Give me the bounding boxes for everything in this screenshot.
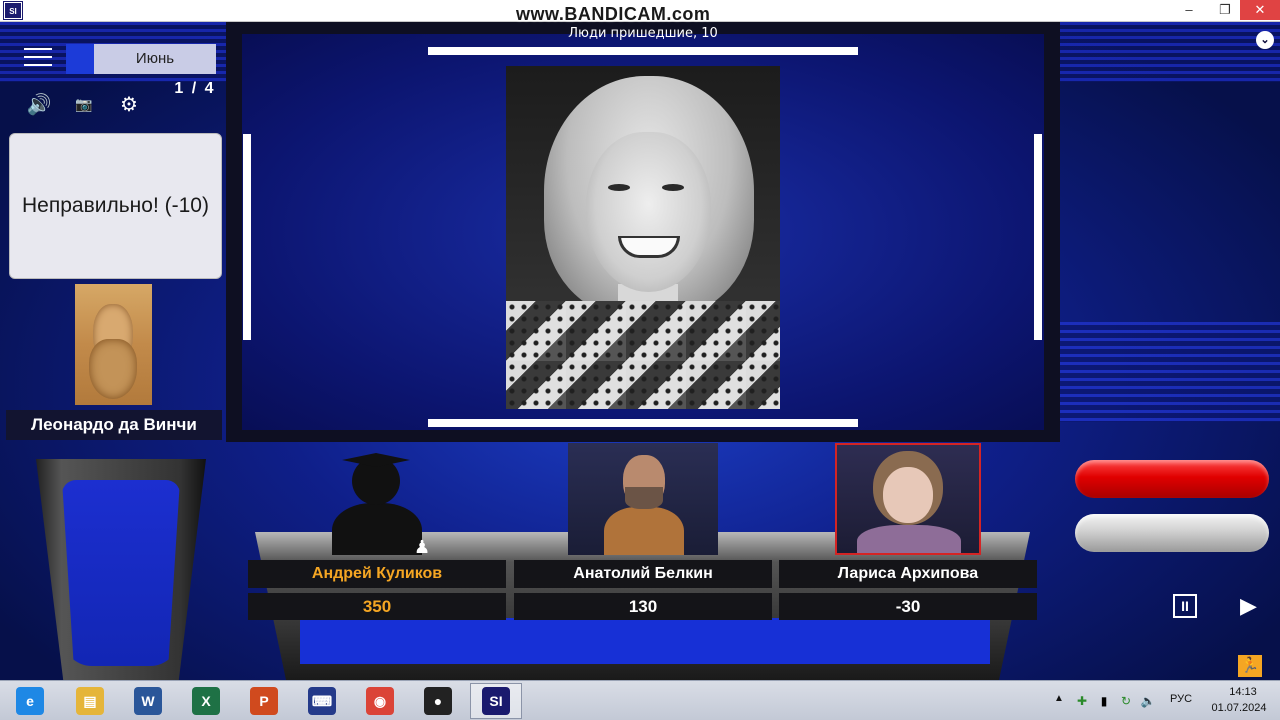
tray-expand-icon[interactable]: ▲ [1054, 693, 1064, 720]
game-area: Июнь 🔊 📷 ⚙ 1 / 4 Неправильно! (-10) Леон… [0, 22, 1280, 680]
answer-text: Неправильно! (-10) [22, 194, 209, 217]
play-icon[interactable]: ▶ [1240, 594, 1260, 618]
taskbar-chrome[interactable]: ◉ [354, 683, 406, 719]
taskbar-powerpoint[interactable]: P [238, 683, 290, 719]
screen-bar-right [1034, 134, 1042, 340]
players-desk-panel [300, 618, 990, 664]
round-accent [66, 44, 94, 74]
pawn-icon: ♟ [414, 537, 431, 557]
word-icon: W [134, 687, 162, 715]
clock-date[interactable]: 01.07.2024 [1204, 702, 1274, 720]
player-avatar-3[interactable] [835, 443, 981, 555]
taskbar-record[interactable]: ● [412, 683, 464, 719]
red-button[interactable] [1075, 460, 1269, 498]
chrome-icon: ◉ [366, 687, 394, 715]
minimize-button[interactable]: – [1172, 0, 1206, 20]
tray-plus-icon[interactable]: ✚ [1074, 693, 1090, 709]
grey-button[interactable] [1075, 514, 1269, 552]
round-name: Июнь [135, 50, 175, 67]
powerpoint-icon: P [250, 687, 278, 715]
screen-bar-bottom [428, 419, 858, 427]
taskbar-explorer[interactable]: ▤ [64, 683, 116, 719]
player-score-2: 130 [514, 593, 772, 620]
speaker-icon[interactable]: 🔊 [26, 92, 52, 116]
gear-icon[interactable]: ⚙ [116, 92, 142, 116]
chevron-down-icon[interactable]: ⌄ [1256, 31, 1274, 49]
taskbar-excel[interactable]: X [180, 683, 232, 719]
close-button[interactable]: ✕ [1240, 0, 1280, 20]
folder-icon: ▤ [76, 687, 104, 715]
question-counter: 1 / 4 [174, 80, 216, 97]
taskbar: e ▤ W X P ⌨ ◉ ● SI ▲ ✚ ▮ ↻ 🔈 РУС 14:13 0… [0, 680, 1280, 720]
volume-icon[interactable]: 🔈 [1140, 693, 1156, 709]
player-name-3: Лариса Архипова [779, 560, 1037, 588]
menu-icon[interactable] [24, 48, 52, 68]
host-lectern-panel [62, 480, 180, 666]
screen-bar-left [243, 134, 251, 340]
question-photo [506, 66, 780, 409]
theme-title: Люди пришедшие, 10 [568, 26, 718, 41]
player-name-1: Андрей Куликов [248, 560, 506, 588]
sigame-icon: SI [482, 687, 510, 715]
runner-icon[interactable]: 🏃 [1238, 655, 1262, 677]
app-icon: SI [3, 1, 23, 20]
round-selector[interactable]: Июнь [66, 44, 216, 74]
taskbar-sigame[interactable]: SI [470, 683, 522, 719]
maximize-button[interactable]: ❐ [1208, 0, 1242, 20]
taskbar-word[interactable]: W [122, 683, 174, 719]
keyboard-icon: ⌨ [308, 687, 336, 715]
sync-icon[interactable]: ↻ [1118, 693, 1134, 709]
player-score-3: -30 [779, 593, 1037, 620]
taskbar-keyboard[interactable]: ⌨ [296, 683, 348, 719]
player-name-2: Анатолий Белкин [514, 560, 772, 588]
bandicam-watermark: www.BANDICAM.com [516, 4, 711, 24]
background-stripes-right [1060, 322, 1280, 422]
player-score-1: 350 [248, 593, 506, 620]
taskbar-ie[interactable]: e [4, 683, 56, 719]
player-avatar-1[interactable] [328, 443, 426, 555]
player-avatar-2[interactable] [568, 443, 718, 555]
ie-icon: e [16, 687, 44, 715]
pause-icon[interactable]: II [1173, 594, 1197, 618]
network-icon[interactable]: ▮ [1096, 693, 1112, 709]
camera-icon[interactable]: 📷 [72, 96, 96, 120]
answer-card: Неправильно! (-10) [9, 133, 222, 279]
excel-icon: X [192, 687, 220, 715]
screen-bar-top [428, 47, 858, 55]
answer-person-name: Леонардо да Винчи [6, 410, 222, 440]
answer-portrait [75, 284, 152, 405]
language-indicator[interactable]: РУС [1170, 693, 1192, 720]
record-icon: ● [424, 687, 452, 715]
